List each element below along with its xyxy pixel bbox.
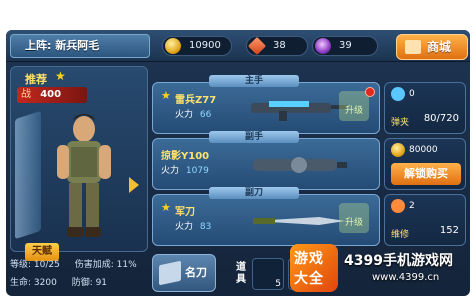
recommend-label: 推荐 [25,73,47,86]
gem-value: 38 [273,40,286,51]
legend-knife-button[interactable]: 名刀 [152,254,216,292]
defense-stat: 防御: 91 [71,278,108,288]
firepower: 火力 83 [175,219,211,232]
firepower-value: 1079 [185,166,209,176]
gold-counter: 10900 [162,36,232,56]
hero-stats: 等级: 10/25 伤害加成: 11% 生命: 3200 防御: 91 [10,256,148,292]
upgrade-button[interactable]: 升级 [339,91,369,121]
star-icon: ★ [161,201,171,214]
star-icon: ★ [161,89,171,102]
firepower-label: 火力 [161,166,180,176]
firepower-value: 66 [199,110,212,120]
repair-value: 152 [439,225,459,236]
power-value: 400 [40,89,62,100]
firepower-label: 火力 [175,110,194,120]
logo-line1: 游戏 [294,251,324,267]
item-count: 5 [275,279,281,289]
firepower: 火力 1079 [161,163,209,176]
repair-panel[interactable]: 2 维修 152 [384,194,466,246]
weapon-name: 军刀 [175,207,195,218]
weapon-slot-melee[interactable]: 副刀 ★ 军刀 火力 83 升级 [152,187,380,246]
legend-label: 名刀 [185,266,207,279]
slot-tag: 主手 [209,75,299,87]
upgrade-button[interactable]: 升级 [339,203,369,233]
gold-value: 10900 [189,40,221,51]
firepower-label: 火力 [175,222,194,232]
weapon-slot-main[interactable]: 主手 ★ 雷兵Z77 火力 66 升级 [152,75,380,134]
repair-count: 2 [409,201,415,211]
unlock-buy-button[interactable]: 解锁购买 [391,163,461,185]
alert-dot-icon [365,87,375,97]
logo-line2: 大全 [294,271,324,287]
slot-tag: 副刀 [209,187,299,199]
logo-site: 4399手机游戏网 [344,253,453,269]
ammo-count: 0 [409,89,415,99]
gem-counter: 38 [246,36,308,56]
gold-coin-icon [165,38,181,54]
shop-label: 商城 [427,40,452,54]
knife-icon [159,260,181,286]
team-title: 上阵: 新兵阿毛 [10,34,150,58]
knife-icon [253,217,345,225]
item-slot[interactable]: 5 [252,258,284,290]
firepower: 火力 66 [175,107,211,120]
health-stat: 生命: 3200 [10,278,57,288]
blade-decoration [15,110,41,240]
ammo-panel[interactable]: 0 弹夹 80/720 [384,82,466,134]
shop-button[interactable]: 商城 [396,34,468,60]
shop-bag-icon [405,40,421,54]
logo-url: www.4399.cn [372,272,440,283]
repair-label: 维修 [391,230,410,240]
ammo-label: 弹夹 [391,118,410,128]
gem-icon [391,199,405,213]
site-watermark: 游戏 大全 4399手机游戏网 www.4399.cn [290,244,470,296]
power-badge: 战 400 [17,87,87,103]
damage-bonus-stat: 伤害加成: 11% [74,260,137,270]
item-label: 道具 [236,262,246,285]
level-stat: 等级: 10/25 [10,260,60,270]
slot-tag: 副手 [209,131,299,143]
weapon-name: 掠影Y100 [161,151,210,162]
star-icon: ★ [55,69,66,83]
weapon-slot-sub[interactable]: 副手 掠影Y100 火力 1079 [152,131,380,190]
weapon-name: 雷兵Z77 [175,95,217,106]
rifle-icon [251,101,347,121]
bullet-icon [391,87,405,101]
logo-badge: 游戏 大全 [290,244,338,292]
crystal-counter: 39 [312,36,378,56]
soldier-avatar [57,114,111,237]
ammo-value: 80/720 [423,113,459,124]
unlock-panel: 80000 解锁购买 [384,138,466,190]
top-bar: 上阵: 新兵阿毛 10900 38 39 商城 [6,30,470,62]
hero-panel: 推荐 ★ 战 400 天赋 [10,66,148,261]
firepower-value: 83 [199,222,212,232]
power-label: 战 [21,89,31,100]
crystal-icon [315,38,331,54]
cannon-icon [253,157,347,173]
crystal-value: 39 [339,40,352,51]
gold-coin-icon [391,143,405,157]
next-hero-arrow-icon[interactable] [129,177,139,193]
gem-icon [247,36,267,56]
unlock-cost: 80000 [409,145,438,155]
